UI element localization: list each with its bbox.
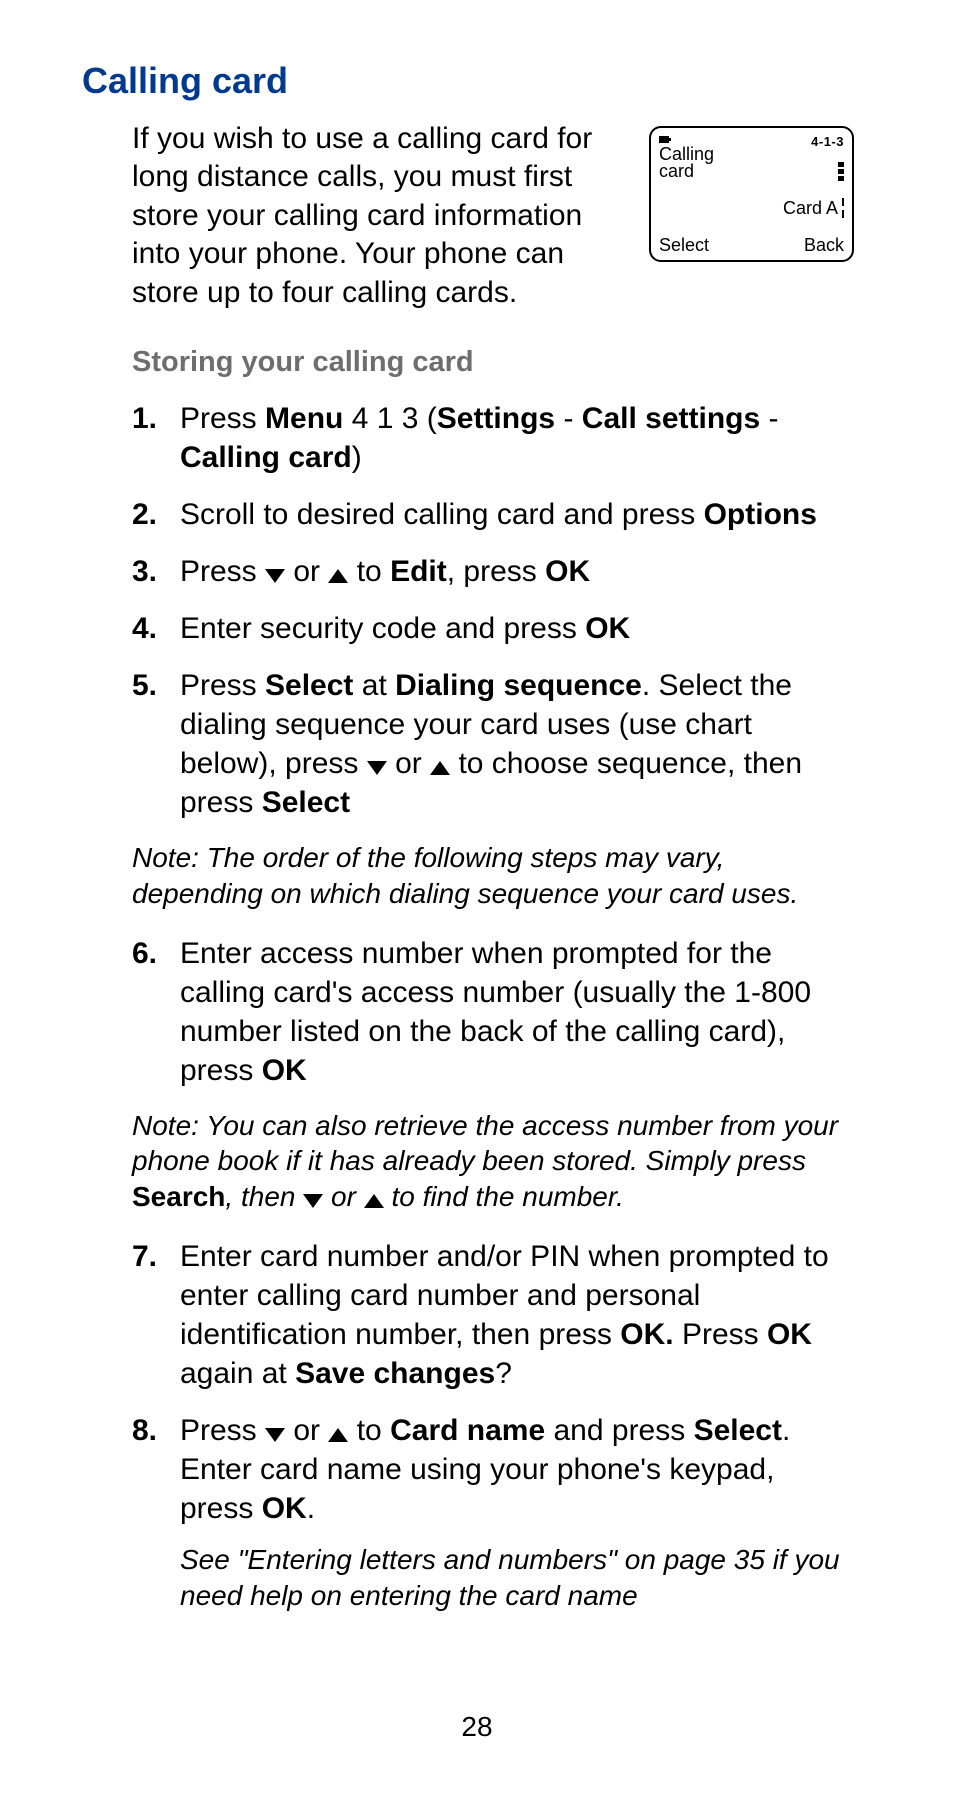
step-3: 3. Press or to Edit, press OK xyxy=(132,552,854,591)
text: ) xyxy=(352,441,362,474)
text: - xyxy=(555,402,582,435)
screen-menu-code: 4-1-3 xyxy=(811,134,844,149)
phone-screen-top: Calling card 4-1-3 xyxy=(659,134,844,181)
text: Note: You can also retrieve the access n… xyxy=(132,1110,838,1177)
arrow-up-icon xyxy=(328,1428,348,1442)
text: 4 1 3 ( xyxy=(343,402,436,435)
battery-icon xyxy=(659,134,671,144)
calling-card-label: Calling card xyxy=(180,441,352,474)
note-2: Note: You can also retrieve the access n… xyxy=(82,1108,854,1215)
step-6: 6. Enter access number when prompted for… xyxy=(132,934,854,1090)
ok-label: OK xyxy=(262,1054,307,1087)
note-1: Note: The order of the following steps m… xyxy=(82,840,854,912)
sub-note: See "Entering letters and numbers" on pa… xyxy=(82,1542,854,1615)
phone-screen-box: Calling card 4-1-3 Card A Select Back xyxy=(649,126,854,262)
subsection-heading: Storing your calling card xyxy=(82,346,854,379)
page-number: 28 xyxy=(0,1711,954,1743)
menu-label: Menu xyxy=(265,402,343,435)
phone-screen-softkeys: Select Back xyxy=(659,235,844,256)
text: , press xyxy=(447,555,545,588)
arrow-down-icon xyxy=(265,1428,285,1442)
step-number: 5. xyxy=(132,666,180,705)
text: or xyxy=(285,555,328,588)
ok-label: OK xyxy=(545,555,590,588)
text: and press xyxy=(545,1414,693,1447)
text: Press xyxy=(180,555,265,588)
step-5: 5. Press Select at Dialing sequence. Sel… xyxy=(132,666,854,822)
step-number: 6. xyxy=(132,934,180,973)
step-2: 2. Scroll to desired calling card and pr… xyxy=(132,495,854,534)
text: at xyxy=(353,669,395,702)
text: Enter security code and press xyxy=(180,612,585,645)
step-number: 1. xyxy=(132,399,180,438)
text: , then xyxy=(225,1181,303,1212)
steps-list-2: 6. Enter access number when prompted for… xyxy=(82,934,854,1090)
step-number: 7. xyxy=(132,1237,180,1276)
card-name-label: Card name xyxy=(390,1414,545,1447)
step-number: 3. xyxy=(132,552,180,591)
arrow-down-icon xyxy=(303,1194,323,1208)
text: Press xyxy=(180,1414,265,1447)
ok-label: OK xyxy=(262,1492,307,1525)
intro-row: If you wish to use a calling card for lo… xyxy=(82,120,854,312)
text: or xyxy=(285,1414,328,1447)
softkey-left: Select xyxy=(659,235,709,256)
step-4: 4. Enter security code and press OK xyxy=(132,609,854,648)
dialing-sequence-label: Dialing sequence xyxy=(395,669,642,702)
text: to find the number. xyxy=(384,1181,624,1212)
screen-title-line2: card xyxy=(659,163,714,180)
screen-selected-card: Card A xyxy=(783,198,838,219)
step-number: 8. xyxy=(132,1411,180,1450)
text: ? xyxy=(495,1357,512,1390)
ok-label: OK. xyxy=(620,1318,673,1351)
select-label: Select xyxy=(265,669,353,702)
step-7: 7. Enter card number and/or PIN when pro… xyxy=(132,1237,854,1393)
edit-label: Edit xyxy=(390,555,447,588)
select-label: Select xyxy=(694,1414,782,1447)
arrow-up-icon xyxy=(364,1194,384,1208)
call-settings-label: Call settings xyxy=(582,402,760,435)
text: or xyxy=(387,747,430,780)
steps-list-1: 1. Press Menu 4 1 3 (Settings - Call set… xyxy=(82,399,854,822)
step-8: 8. Press or to Card name and press Selec… xyxy=(132,1411,854,1528)
text: . xyxy=(307,1492,315,1525)
phone-screen-illustration: Calling card 4-1-3 Card A Select Back xyxy=(649,126,854,262)
save-changes-label: Save changes xyxy=(295,1357,495,1390)
section-heading: Calling card xyxy=(82,60,854,102)
settings-label: Settings xyxy=(437,402,555,435)
text: to xyxy=(348,1414,390,1447)
phone-screen-mid: Card A xyxy=(659,198,844,219)
options-label: Options xyxy=(704,498,817,531)
text: - xyxy=(760,402,778,435)
ok-label: OK xyxy=(585,612,630,645)
select-label: Select xyxy=(262,786,350,819)
text: Press xyxy=(674,1318,767,1351)
arrow-down-icon xyxy=(265,569,285,583)
search-label: Search xyxy=(132,1181,225,1212)
scroll-indicator-icon xyxy=(842,198,844,218)
signal-icon xyxy=(838,151,844,181)
softkey-right: Back xyxy=(804,235,844,256)
steps-list-3: 7. Enter card number and/or PIN when pro… xyxy=(82,1237,854,1528)
text: or xyxy=(323,1181,363,1212)
arrow-up-icon xyxy=(430,761,450,775)
text: Press xyxy=(180,402,265,435)
text: Press xyxy=(180,669,265,702)
arrow-up-icon xyxy=(328,569,348,583)
text: to xyxy=(348,555,390,588)
step-number: 4. xyxy=(132,609,180,648)
step-1: 1. Press Menu 4 1 3 (Settings - Call set… xyxy=(132,399,854,477)
text: again at xyxy=(180,1357,295,1390)
page: Calling card If you wish to use a callin… xyxy=(0,0,954,1803)
ok-label: OK xyxy=(767,1318,812,1351)
intro-paragraph: If you wish to use a calling card for lo… xyxy=(132,120,631,312)
step-number: 2. xyxy=(132,495,180,534)
text: Scroll to desired calling card and press xyxy=(180,498,704,531)
arrow-down-icon xyxy=(367,761,387,775)
